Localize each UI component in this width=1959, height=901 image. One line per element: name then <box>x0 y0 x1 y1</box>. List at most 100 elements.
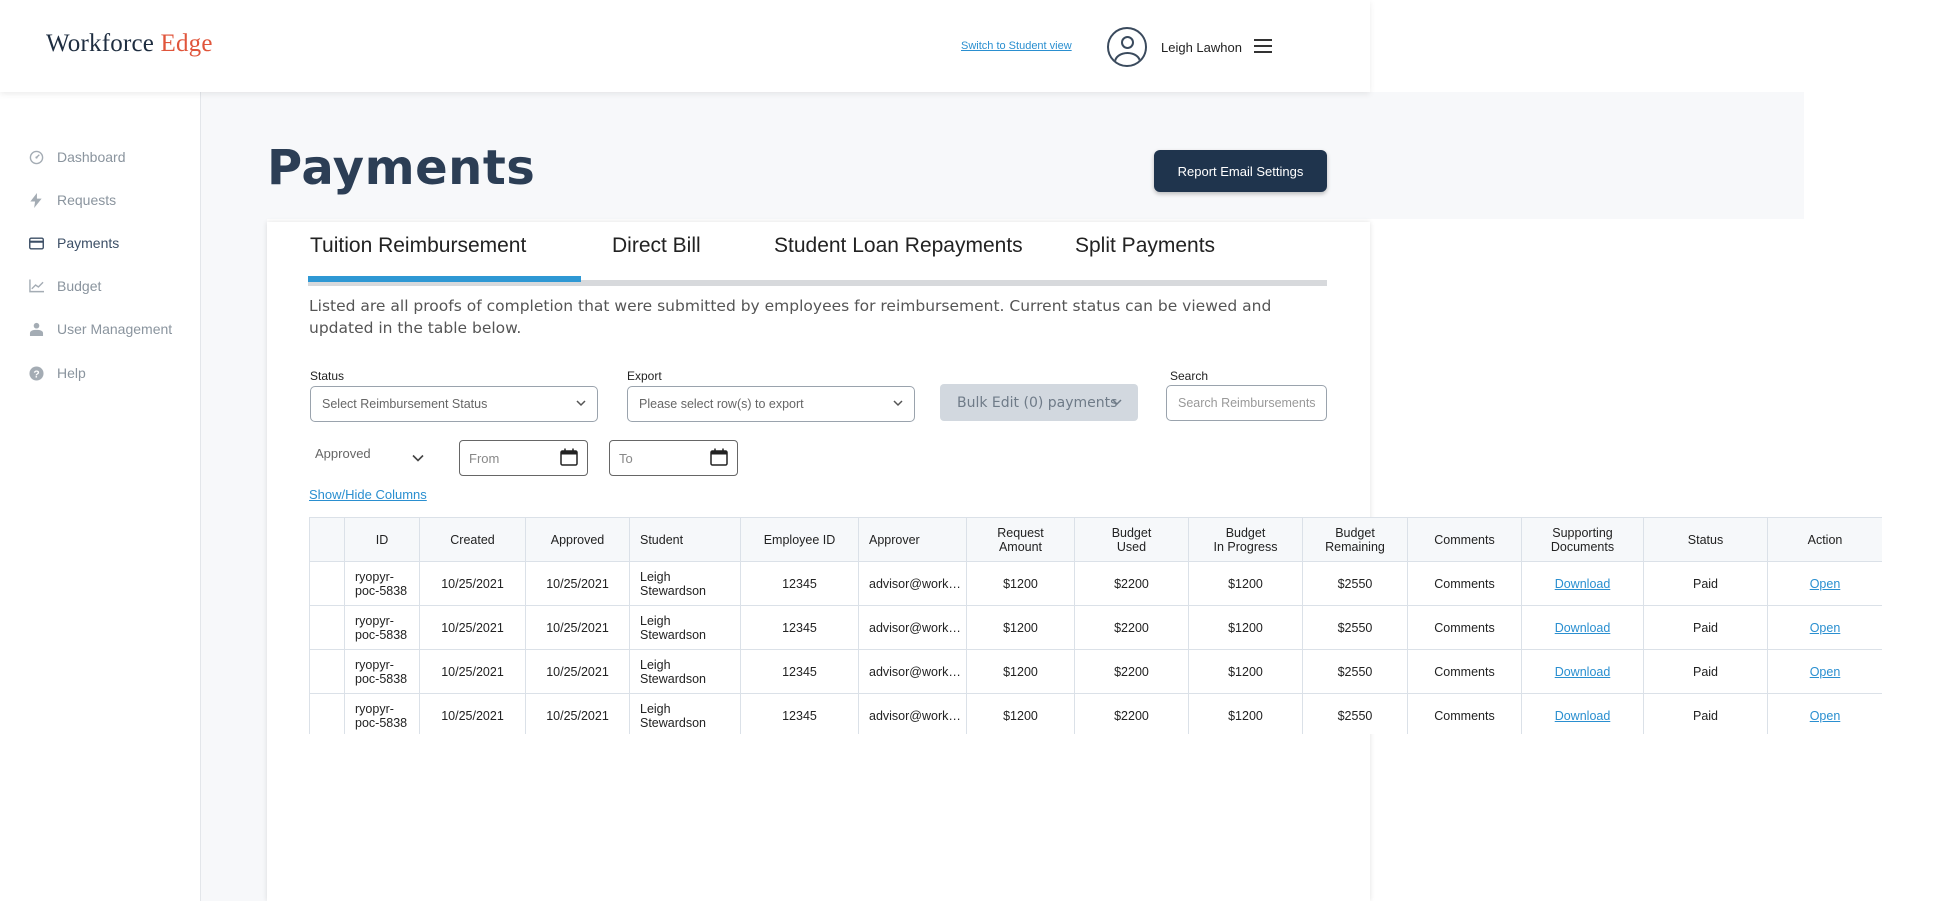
user-icon <box>28 321 44 337</box>
column-header-approver[interactable]: Approver <box>858 517 967 562</box>
select-all-cell[interactable] <box>309 517 345 562</box>
column-header-employee-id[interactable]: Employee ID <box>740 517 859 562</box>
dashboard-icon <box>28 149 44 165</box>
cell-text: ryopyr- <box>355 569 394 584</box>
open-link[interactable]: Open <box>1810 621 1841 635</box>
bulk-edit-button[interactable]: Bulk Edit (0) payments <box>940 384 1138 421</box>
open-link[interactable]: Open <box>1810 709 1841 723</box>
sidebar-item-dashboard[interactable]: Dashboard <box>28 146 126 168</box>
sidebar-item-payments[interactable]: Payments <box>28 232 119 254</box>
comments-cell[interactable]: Comments <box>1407 693 1522 734</box>
documents-cell: Download <box>1521 561 1644 606</box>
bolt-icon <box>28 192 44 208</box>
comments-cell[interactable]: Comments <box>1407 561 1522 606</box>
column-header-supporting-documents[interactable]: Supporting Documents <box>1521 517 1644 562</box>
row-select-cell[interactable] <box>309 605 345 650</box>
approver-cell: advisor@workforceedge.com <box>858 561 967 606</box>
approved-cell: 10/25/2021 <box>525 649 630 694</box>
export-label: Export <box>627 369 662 383</box>
column-header-budget-remaining[interactable]: Budget Remaining <box>1302 517 1408 562</box>
user-name[interactable]: Leigh Lawhon <box>1161 40 1242 55</box>
budget-in-progress-cell: $1200 <box>1188 605 1303 650</box>
svg-text:?: ? <box>33 369 39 380</box>
column-header-action[interactable]: Action <box>1767 517 1882 562</box>
help-icon: ? <box>28 365 44 381</box>
column-header-id[interactable]: ID <box>344 517 420 562</box>
row-select-cell[interactable] <box>309 561 345 606</box>
download-link[interactable]: Download <box>1555 665 1611 679</box>
sidebar-item-requests[interactable]: Requests <box>28 189 116 211</box>
table-row[interactable]: ryopyr-poc-5838 10/25/2021 10/25/2021 Leigh… <box>309 561 1882 606</box>
status-select[interactable]: Select Reimbursement Status <box>310 386 598 422</box>
from-placeholder: From <box>469 450 500 466</box>
row-select-cell[interactable] <box>309 693 345 734</box>
report-email-settings-button[interactable]: Report Email Settings <box>1154 150 1327 192</box>
employee-id-cell: 12345 <box>740 649 859 694</box>
hamburger-menu-icon[interactable] <box>1254 39 1272 53</box>
column-header-comments[interactable]: Comments <box>1407 517 1522 562</box>
column-header-student[interactable]: Student <box>629 517 741 562</box>
cell-text: ryopyr- <box>355 613 394 628</box>
employee-id-cell: 12345 <box>740 605 859 650</box>
date-type-select[interactable]: Approved <box>315 446 371 461</box>
to-date-input[interactable]: To <box>609 440 738 476</box>
search-input[interactable]: Search Reimbursements <box>1166 385 1327 421</box>
sidebar-item-budget[interactable]: Budget <box>28 275 101 297</box>
column-header-created[interactable]: Created <box>419 517 526 562</box>
action-cell: Open <box>1767 649 1882 694</box>
cell-text: ryopyr- <box>355 657 394 672</box>
avatar-icon[interactable] <box>1107 27 1147 67</box>
tab-student-loan-repayments[interactable]: Student Loan Repayments <box>774 234 1023 258</box>
header-line: Request <box>997 525 1044 540</box>
to-placeholder: To <box>619 450 633 466</box>
export-select[interactable]: Please select row(s) to export <box>627 386 915 422</box>
employee-id-cell: 12345 <box>740 693 859 734</box>
column-header-budget-in-progress[interactable]: Budget In Progress <box>1188 517 1303 562</box>
student-cell: Leigh Stewardson <box>629 561 741 606</box>
approved-cell: 10/25/2021 <box>525 693 630 734</box>
tab-split-payments[interactable]: Split Payments <box>1075 234 1215 258</box>
open-link[interactable]: Open <box>1810 577 1841 591</box>
sidebar-item-user-management[interactable]: User Management <box>28 318 172 340</box>
table-header-row: ID Created Approved Student Employee ID … <box>309 517 1882 562</box>
tab-direct-bill[interactable]: Direct Bill <box>612 234 701 258</box>
id-cell: ryopyr-poc-5838 <box>344 605 420 650</box>
from-date-input[interactable]: From <box>459 440 588 476</box>
download-link[interactable]: Download <box>1555 709 1611 723</box>
column-header-request-amount[interactable]: Request Amount <box>966 517 1075 562</box>
switch-to-student-view-link[interactable]: Switch to Student view <box>961 40 1072 52</box>
budget-used-cell: $2200 <box>1074 605 1189 650</box>
student-cell: Leigh Stewardson <box>629 649 741 694</box>
chevron-down-icon <box>576 400 586 407</box>
search-label: Search <box>1170 369 1209 383</box>
open-link[interactable]: Open <box>1810 665 1841 679</box>
tab-active-indicator <box>308 276 581 282</box>
header-line: Budget <box>1225 525 1266 540</box>
sidebar-item-label: User Management <box>57 321 173 337</box>
header-line: Used <box>1116 539 1147 554</box>
calendar-icon[interactable] <box>560 448 578 466</box>
table-row[interactable]: ryopyr-poc-5838 10/25/2021 10/25/2021 Leigh… <box>309 649 1882 694</box>
row-select-cell[interactable] <box>309 649 345 694</box>
request-amount-cell: $1200 <box>966 561 1075 606</box>
sidebar-item-help[interactable]: ? Help <box>28 362 86 384</box>
approver-cell: advisor@workforceedge.com <box>858 605 967 650</box>
created-cell: 10/25/2021 <box>419 649 526 694</box>
download-link[interactable]: Download <box>1555 577 1611 591</box>
column-header-status[interactable]: Status <box>1643 517 1768 562</box>
table-row[interactable]: ryopyr-poc-5838 10/25/2021 10/25/2021 Leigh… <box>309 693 1882 734</box>
column-header-approved[interactable]: Approved <box>525 517 630 562</box>
comments-cell[interactable]: Comments <box>1407 649 1522 694</box>
calendar-icon[interactable] <box>710 448 728 466</box>
column-header-budget-used[interactable]: Budget Used <box>1074 517 1189 562</box>
table-row[interactable]: ryopyr-poc-5838 10/25/2021 10/25/2021 Leigh… <box>309 605 1882 650</box>
show-hide-columns-link[interactable]: Show/Hide Columns <box>309 487 427 502</box>
comments-cell[interactable]: Comments <box>1407 605 1522 650</box>
chevron-down-icon[interactable] <box>412 452 424 464</box>
tab-tuition-reimbursement[interactable]: Tuition Reimbursement <box>310 234 526 258</box>
id-cell: ryopyr-poc-5838 <box>344 693 420 734</box>
app-logo[interactable]: Workforce Edge <box>46 30 213 58</box>
download-link[interactable]: Download <box>1555 621 1611 635</box>
payments-table: ID Created Approved Student Employee ID … <box>309 517 1882 734</box>
page-description: Listed are all proofs of completion that… <box>309 297 1272 337</box>
